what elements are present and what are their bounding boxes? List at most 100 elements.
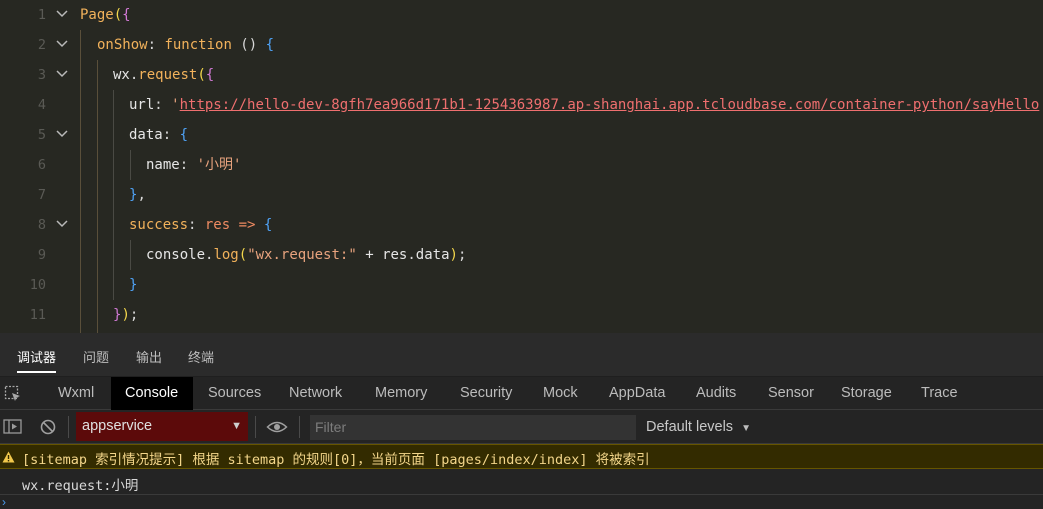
line-number: 3: [37, 67, 46, 83]
code-token: data: [415, 247, 450, 263]
code-text: onShow: function () {: [97, 35, 274, 55]
log-levels-dropdown[interactable]: Default levels ▼: [646, 416, 751, 440]
tab-storage[interactable]: Storage: [827, 377, 906, 410]
devtools-panel: 调试器 问题 输出 终端 Wxml Console Sources Networ…: [0, 333, 1043, 509]
filter-input[interactable]: Filter: [310, 415, 636, 440]
line-number: 9: [37, 247, 46, 263]
code-token: log: [213, 247, 239, 263]
tab-output[interactable]: 输出: [136, 347, 162, 366]
console-warning-message: [sitemap 索引情况提示] 根据 sitemap 的规则[0]，当前页面 …: [0, 444, 1043, 469]
line-number: 1: [37, 7, 46, 23]
toolbar-divider: [255, 416, 256, 438]
code-token: }: [129, 277, 138, 293]
code-line[interactable]: 7},: [0, 180, 1043, 210]
code-token: name: [146, 157, 180, 173]
code-token: {: [205, 67, 215, 83]
code-token: :: [179, 157, 197, 173]
line-number: 6: [37, 157, 46, 173]
code-line[interactable]: 1 Page({: [0, 0, 1043, 30]
tab-debugger[interactable]: 调试器: [17, 347, 57, 373]
code-line[interactable]: 10}: [0, 270, 1043, 300]
tab-mock[interactable]: Mock: [529, 377, 592, 410]
code-token: onShow: [97, 37, 148, 53]
code-token: request: [138, 67, 198, 83]
tab-security[interactable]: Security: [446, 377, 526, 410]
code-token: .: [407, 247, 416, 263]
code-text: name: '小明': [146, 155, 241, 175]
tab-problems[interactable]: 问题: [83, 347, 109, 366]
tab-terminal[interactable]: 终端: [188, 347, 214, 366]
fold-chevron-icon[interactable]: [56, 69, 68, 79]
tab-trace[interactable]: Trace: [907, 377, 972, 410]
code-token: {: [179, 127, 189, 143]
tab-console[interactable]: Console: [111, 377, 193, 410]
tab-appdata[interactable]: AppData: [595, 377, 679, 410]
tab-wxml[interactable]: Wxml: [44, 377, 108, 410]
code-token: :: [154, 97, 172, 113]
eye-icon[interactable]: [266, 419, 288, 440]
code-line[interactable]: 2 onShow: function () {: [0, 30, 1043, 60]
code-token: console: [146, 247, 206, 263]
line-number: 5: [37, 127, 46, 143]
dropdown-caret-icon: ▼: [741, 423, 751, 434]
console-log-message: wx.request:小明: [0, 469, 1043, 495]
code-token: {: [265, 37, 275, 53]
code-text: success: res => {: [129, 215, 272, 235]
fold-chevron-icon[interactable]: [56, 9, 68, 19]
log-text: wx.request:小明: [22, 478, 139, 494]
code-token: {: [263, 217, 273, 233]
code-token: (): [231, 37, 266, 53]
tab-sources[interactable]: Sources: [194, 377, 275, 410]
panel-tab-bar: 调试器 问题 输出 终端: [0, 333, 1043, 377]
code-token: '小明': [196, 157, 242, 173]
tab-network[interactable]: Network: [275, 377, 356, 410]
code-token: :: [162, 127, 180, 143]
toolbar-divider: [299, 416, 300, 438]
clear-console-icon[interactable]: [39, 418, 57, 441]
fold-chevron-icon[interactable]: [56, 129, 68, 139]
tab-sensor[interactable]: Sensor: [754, 377, 828, 410]
code-text: Page({: [80, 5, 131, 25]
code-token: "wx.request:": [247, 247, 357, 263]
code-token: ;: [457, 247, 467, 263]
code-editor[interactable]: 1 Page({2 onShow: function () {3 wx.request…: [0, 0, 1043, 333]
code-token: url: [129, 97, 155, 113]
fold-chevron-icon[interactable]: [56, 39, 68, 49]
code-line[interactable]: 11});: [0, 300, 1043, 330]
dropdown-caret-icon: ▼: [231, 420, 242, 432]
code-line[interactable]: 3 wx.request({: [0, 60, 1043, 90]
console-prompt-icon[interactable]: ›: [2, 495, 6, 509]
code-token: ): [121, 307, 130, 323]
code-line[interactable]: 6 name: '小明': [0, 150, 1043, 180]
tab-memory[interactable]: Memory: [361, 377, 441, 410]
fold-chevron-icon[interactable]: [56, 219, 68, 229]
code-text: });: [113, 305, 138, 325]
code-text: },: [129, 185, 146, 205]
code-token: function: [164, 37, 232, 53]
warning-icon: [2, 450, 15, 463]
code-text: }: [129, 275, 137, 295]
code-token: https://hello-dev-8gfh7ea966d171b1-12543…: [179, 97, 1040, 113]
code-line[interactable]: 8 success: res => {: [0, 210, 1043, 240]
code-token: ;: [129, 307, 139, 323]
devtools-tab-bar: Wxml Console Sources Network Memory Secu…: [0, 377, 1043, 410]
code-token: =>: [230, 217, 264, 233]
toggle-sidebar-icon[interactable]: [3, 418, 23, 441]
line-number: 7: [37, 187, 46, 203]
code-line[interactable]: 4 url: 'https://hello-dev-8gfh7ea966d171b…: [0, 90, 1043, 120]
warning-text: [sitemap 索引情况提示] 根据 sitemap 的规则[0]，当前页面 …: [22, 452, 650, 468]
tab-audits[interactable]: Audits: [682, 377, 750, 410]
code-token: :: [188, 217, 205, 233]
code-line[interactable]: 9 console.log("wx.request:" + res.data);: [0, 240, 1043, 270]
code-token: ): [449, 247, 458, 263]
context-selector[interactable]: appservice ▼: [76, 412, 248, 441]
code-text: data: {: [129, 125, 188, 145]
code-token: res: [382, 247, 408, 263]
code-token: +: [356, 247, 383, 263]
inspect-element-icon[interactable]: [4, 385, 22, 403]
line-number: 4: [37, 97, 46, 113]
line-number: 2: [37, 37, 46, 53]
code-text: console.log("wx.request:" + res.data);: [146, 245, 466, 265]
code-line[interactable]: 5 data: {: [0, 120, 1043, 150]
code-token: res: [204, 217, 231, 233]
